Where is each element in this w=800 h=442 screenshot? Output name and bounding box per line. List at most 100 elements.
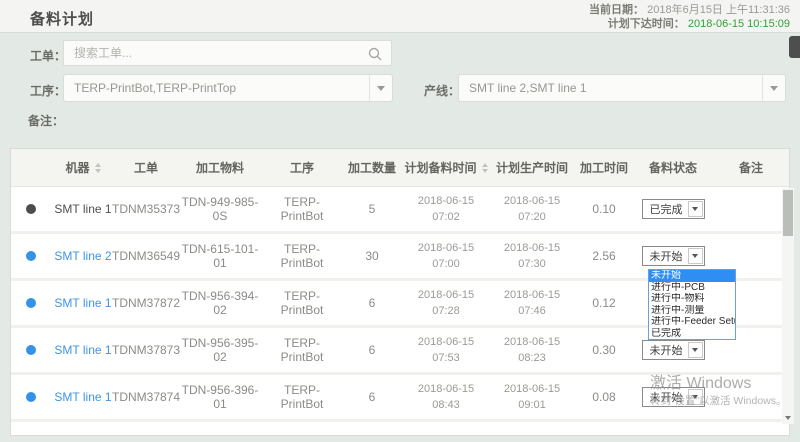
cell-plan-prod-time: 2018-06-1508:23 xyxy=(489,334,575,366)
row-select-radio[interactable] xyxy=(26,392,36,402)
status-select-value: 未开始 xyxy=(643,248,688,264)
column-header-label: 加工物料 xyxy=(196,159,244,176)
prep-date: 2018-06-15 xyxy=(418,193,474,209)
status-select-arrow[interactable] xyxy=(688,389,703,405)
cell-status: 未开始 xyxy=(633,387,713,407)
process-select-arrow[interactable] xyxy=(369,75,392,101)
machine-link[interactable]: SMT line 1 xyxy=(54,202,111,216)
sort-up-icon xyxy=(95,163,101,167)
work-order-label: 工单： xyxy=(30,47,66,64)
cell-proc-time: 2.56 xyxy=(575,249,633,263)
cell-work-order: TDNM37874 xyxy=(115,390,177,404)
row-select-radio[interactable] xyxy=(26,345,36,355)
prod-date: 2018-06-15 xyxy=(504,287,560,303)
cell-work-order: TDNM37873 xyxy=(115,343,177,357)
machine-link[interactable]: SMT line 1 xyxy=(54,390,111,404)
process-select[interactable]: TERP-PrintBot,TERP-PrintTop xyxy=(63,74,393,102)
line-select-value: SMT line 2,SMT line 1 xyxy=(469,81,587,95)
current-date-line: 当前日期： 2018年6月15日 上午11:31:36 xyxy=(589,3,790,17)
status-select[interactable]: 未开始 xyxy=(642,340,705,360)
cell-material: TDN-615-101-01 xyxy=(177,242,263,270)
line-select[interactable]: SMT line 2,SMT line 1 xyxy=(458,74,786,102)
status-option[interactable]: 进行中-Feeder Setup xyxy=(649,316,735,328)
app-root: { "colors": { "accent_blue": "#3e95e5", … xyxy=(0,0,800,442)
row-radio-cell xyxy=(11,298,51,308)
prep-date: 2018-06-15 xyxy=(418,287,474,303)
cell-proc-time: 0.12 xyxy=(575,296,633,310)
column-header-label: 备注 xyxy=(739,159,763,176)
status-select-arrow[interactable] xyxy=(688,342,703,358)
cell-proc-time: 0.30 xyxy=(575,343,633,357)
current-date-label: 当前日期： xyxy=(589,4,644,16)
column-header-label: 加工数量 xyxy=(348,159,396,176)
status-option[interactable]: 进行中-PCB xyxy=(649,282,735,294)
column-header-machine[interactable]: 机器 xyxy=(51,159,115,176)
column-header-label: 备料状态 xyxy=(649,159,697,176)
cell-plan-prep-time: 2018-06-1507:00 xyxy=(403,240,489,272)
table-row: SMT line 1TDNM37874TDN-956-396-01TERP-Pr… xyxy=(11,375,789,422)
machine-link[interactable]: SMT line 2 xyxy=(54,249,111,263)
prod-time: 07:20 xyxy=(518,209,546,225)
column-header-material: 加工物料 xyxy=(177,159,263,176)
cell-material: TDN-956-395-02 xyxy=(177,336,263,364)
scrollbar-thumb[interactable] xyxy=(783,190,793,236)
prep-time: 07:53 xyxy=(432,350,460,366)
status-select[interactable]: 未开始 xyxy=(642,387,705,407)
plan-release-line: 计划下达时间： 2018-06-15 10:15:09 xyxy=(589,17,790,31)
machine-link[interactable]: SMT line 1 xyxy=(54,296,111,310)
work-order-search-input[interactable] xyxy=(64,41,391,65)
sort-icon[interactable] xyxy=(482,163,488,173)
cell-process: TERP-PrintBot xyxy=(263,336,341,364)
cell-plan-prep-time: 2018-06-1508:43 xyxy=(403,381,489,413)
row-select-radio[interactable] xyxy=(26,298,36,308)
row-select-radio[interactable] xyxy=(26,204,36,214)
column-header-process: 工序 xyxy=(263,159,341,176)
cell-plan-prep-time: 2018-06-1507:02 xyxy=(403,193,489,225)
remark-label: 备注： xyxy=(28,112,64,129)
status-option[interactable]: 未开始 xyxy=(649,270,735,282)
column-header-qty: 加工数量 xyxy=(341,159,403,176)
cell-machine: SMT line 1 xyxy=(51,390,115,404)
cell-material: TDN-949-985-0S xyxy=(177,195,263,223)
prod-date: 2018-06-15 xyxy=(504,381,560,397)
status-option[interactable]: 进行中-测量 xyxy=(649,305,735,317)
sort-up-icon xyxy=(482,163,488,167)
chevron-down-icon xyxy=(770,86,778,91)
row-select-radio[interactable] xyxy=(26,251,36,261)
column-header-label: 计划备料时间 xyxy=(404,159,476,176)
prep-time: 07:02 xyxy=(432,209,460,225)
line-select-arrow[interactable] xyxy=(762,75,785,101)
row-radio-cell xyxy=(11,204,51,214)
cell-process: TERP-PrintBot xyxy=(263,195,341,223)
search-icon[interactable] xyxy=(367,46,383,62)
sort-icon[interactable] xyxy=(95,163,101,173)
edge-handle[interactable] xyxy=(789,36,800,58)
status-option[interactable]: 已完成 xyxy=(649,328,735,340)
cell-process: TERP-PrintBot xyxy=(263,242,341,270)
status-select-arrow[interactable] xyxy=(688,248,703,264)
column-header-label: 机器 xyxy=(65,159,89,176)
status-select-arrow[interactable] xyxy=(688,201,703,217)
row-radio-cell xyxy=(11,392,51,402)
status-select-value: 未开始 xyxy=(643,342,688,358)
prep-time: 08:43 xyxy=(432,397,460,413)
status-option[interactable]: 进行中-物料 xyxy=(649,293,735,305)
prod-time: 07:30 xyxy=(518,256,546,272)
cell-plan-prep-time: 2018-06-1507:28 xyxy=(403,287,489,319)
cell-plan-prod-time: 2018-06-1509:01 xyxy=(489,381,575,413)
prep-date: 2018-06-15 xyxy=(418,240,474,256)
row-radio-cell xyxy=(11,345,51,355)
cell-material: TDN-956-396-01 xyxy=(177,383,263,411)
cell-qty: 6 xyxy=(341,296,403,310)
machine-link[interactable]: SMT line 1 xyxy=(54,343,111,357)
column-header-plan_prep[interactable]: 计划备料时间 xyxy=(403,159,489,176)
status-select[interactable]: 未开始 xyxy=(642,246,705,266)
page-title: 备料计划 xyxy=(30,8,94,29)
cell-work-order: TDNM37872 xyxy=(115,296,177,310)
cell-status: 未开始 xyxy=(633,340,713,360)
cell-work-order: TDNM36549 xyxy=(115,249,177,263)
scrollbar-down-button[interactable] xyxy=(782,411,794,424)
status-select-value: 未开始 xyxy=(643,389,688,405)
table-scrollbar[interactable] xyxy=(782,188,794,424)
status-select[interactable]: 已完成 xyxy=(642,199,705,219)
